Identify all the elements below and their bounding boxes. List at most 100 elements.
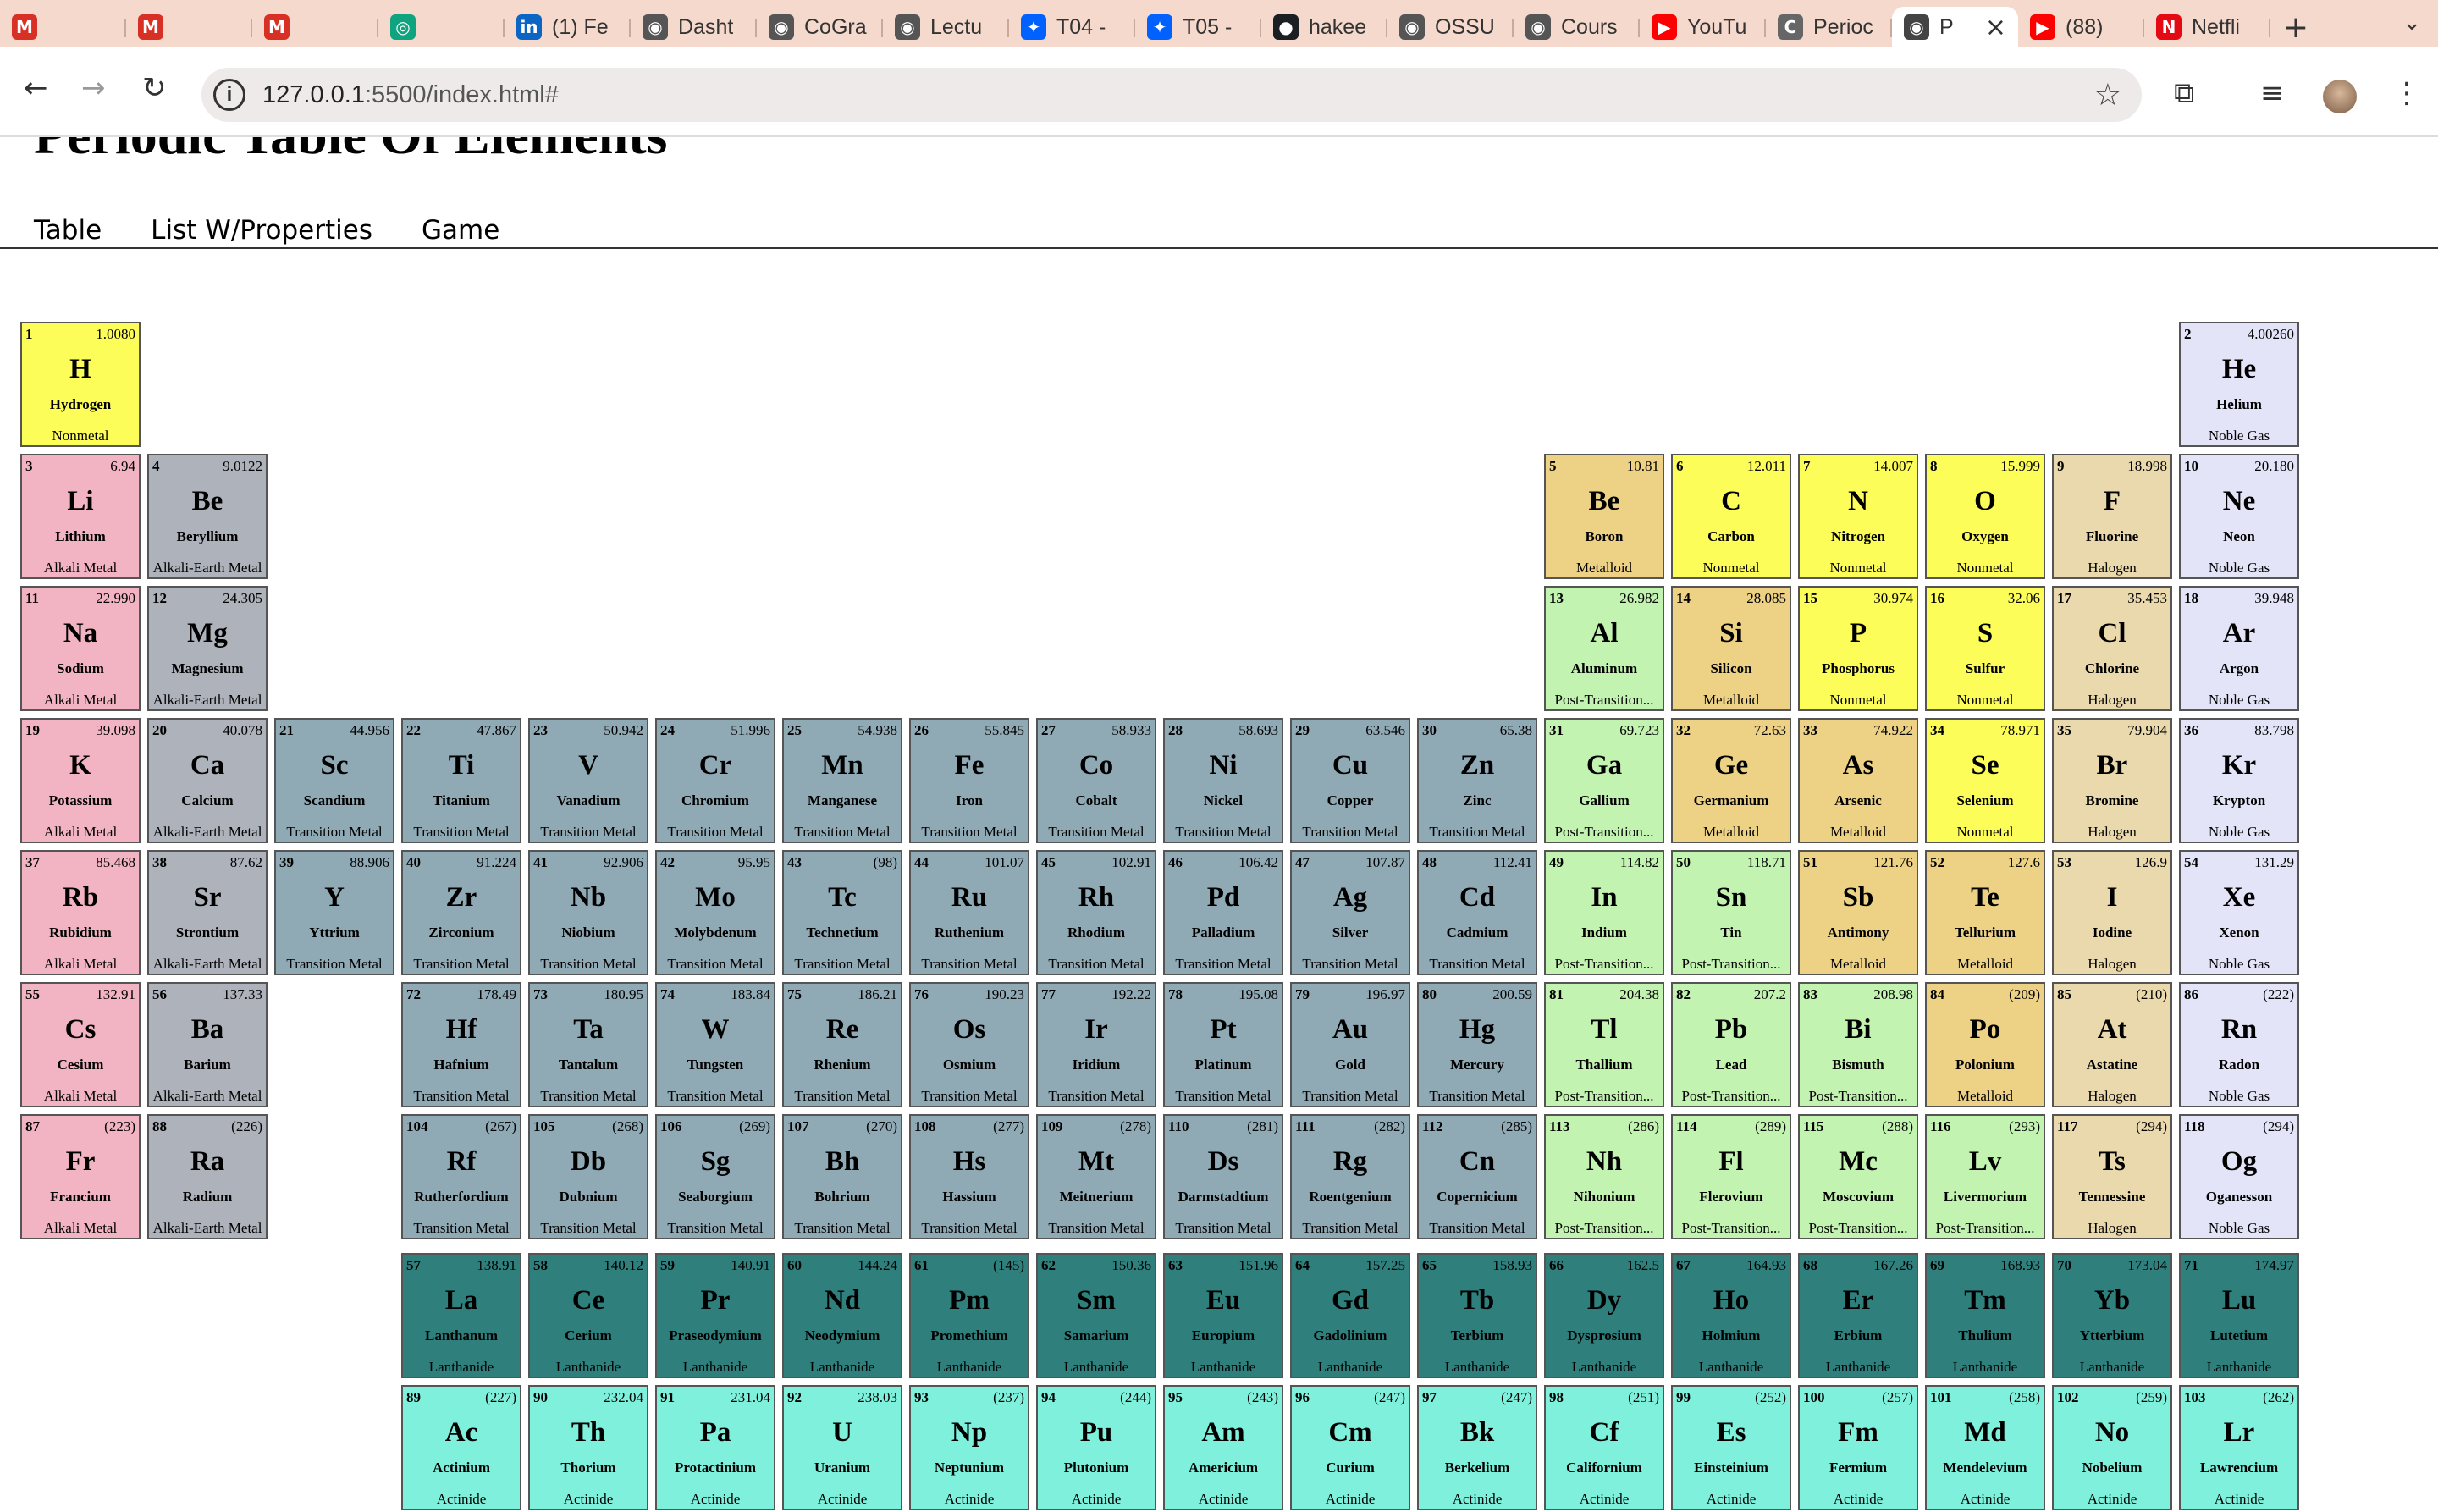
element-cell[interactable]: 69 168.93 Tm Thulium Lanthanide xyxy=(1925,1253,2045,1378)
element-cell[interactable]: 2 4.00260 He Helium Noble Gas xyxy=(2179,322,2299,447)
browser-tab[interactable]: ◉ Cours xyxy=(1514,10,1640,44)
element-cell[interactable]: 33 74.922 As Arsenic Metalloid xyxy=(1798,718,1918,843)
element-cell[interactable]: 25 54.938 Mn Manganese Transition Metal xyxy=(782,718,902,843)
element-cell[interactable]: 61 (145) Pm Promethium Lanthanide xyxy=(909,1253,1029,1378)
element-cell[interactable]: 7 14.007 N Nitrogen Nonmetal xyxy=(1798,454,1918,579)
element-cell[interactable]: 86 (222) Rn Radon Noble Gas xyxy=(2179,982,2299,1107)
element-cell[interactable]: 80 200.59 Hg Mercury Transition Metal xyxy=(1417,982,1537,1107)
element-cell[interactable]: 45 102.91 Rh Rhodium Transition Metal xyxy=(1036,850,1156,975)
browser-tab[interactable]: ◉ Dasht xyxy=(631,10,757,44)
element-cell[interactable]: 106 (269) Sg Seaborgium Transition Metal xyxy=(655,1114,775,1239)
element-cell[interactable]: 78 195.08 Pt Platinum Transition Metal xyxy=(1163,982,1283,1107)
element-cell[interactable]: 52 127.6 Te Tellurium Metalloid xyxy=(1925,850,2045,975)
element-cell[interactable]: 9 18.998 F Fluorine Halogen xyxy=(2052,454,2172,579)
element-cell[interactable]: 34 78.971 Se Selenium Nonmetal xyxy=(1925,718,2045,843)
element-cell[interactable]: 70 173.04 Yb Ytterbium Lanthanide xyxy=(2052,1253,2172,1378)
browser-tab[interactable]: ◉ CoGra xyxy=(757,10,883,44)
browser-tab[interactable]: M xyxy=(252,10,378,44)
element-cell[interactable]: 91 231.04 Pa Protactinium Actinide xyxy=(655,1385,775,1510)
element-cell[interactable]: 77 192.22 Ir Iridium Transition Metal xyxy=(1036,982,1156,1107)
element-cell[interactable]: 107 (270) Bh Bohrium Transition Metal xyxy=(782,1114,902,1239)
nav-link-table[interactable]: Table xyxy=(34,215,102,246)
browser-tab[interactable]: ● hakee xyxy=(1261,10,1387,44)
element-cell[interactable]: 26 55.845 Fe Iron Transition Metal xyxy=(909,718,1029,843)
element-cell[interactable]: 60 144.24 Nd Neodymium Lanthanide xyxy=(782,1253,902,1378)
element-cell[interactable]: 71 174.97 Lu Lutetium Lanthanide xyxy=(2179,1253,2299,1378)
element-cell[interactable]: 57 138.91 La Lanthanum Lanthanide xyxy=(401,1253,521,1378)
element-cell[interactable]: 85 (210) At Astatine Halogen xyxy=(2052,982,2172,1107)
element-cell[interactable]: 15 30.974 P Phosphorus Nonmetal xyxy=(1798,586,1918,711)
element-cell[interactable]: 37 85.468 Rb Rubidium Alkali Metal xyxy=(20,850,141,975)
element-cell[interactable]: 27 58.933 Co Cobalt Transition Metal xyxy=(1036,718,1156,843)
element-cell[interactable]: 89 (227) Ac Actinium Actinide xyxy=(401,1385,521,1510)
back-icon[interactable]: ← xyxy=(24,71,48,105)
element-cell[interactable]: 79 196.97 Au Gold Transition Metal xyxy=(1290,982,1410,1107)
element-cell[interactable]: 99 (252) Es Einsteinium Actinide xyxy=(1671,1385,1791,1510)
element-cell[interactable]: 17 35.453 Cl Chlorine Halogen xyxy=(2052,586,2172,711)
element-cell[interactable]: 67 164.93 Ho Holmium Lanthanide xyxy=(1671,1253,1791,1378)
element-cell[interactable]: 29 63.546 Cu Copper Transition Metal xyxy=(1290,718,1410,843)
browser-tab[interactable]: C Perioc xyxy=(1766,10,1892,44)
element-cell[interactable]: 32 72.63 Ge Germanium Metalloid xyxy=(1671,718,1791,843)
element-cell[interactable]: 118 (294) Og Oganesson Noble Gas xyxy=(2179,1114,2299,1239)
element-cell[interactable]: 40 91.224 Zr Zirconium Transition Metal xyxy=(401,850,521,975)
element-cell[interactable]: 92 238.03 U Uranium Actinide xyxy=(782,1385,902,1510)
reload-icon[interactable]: ↻ xyxy=(142,71,167,105)
element-cell[interactable]: 73 180.95 Ta Tantalum Transition Metal xyxy=(528,982,648,1107)
element-cell[interactable]: 44 101.07 Ru Ruthenium Transition Metal xyxy=(909,850,1029,975)
browser-tab[interactable]: ✦ T04 - xyxy=(1009,10,1135,44)
element-cell[interactable]: 87 (223) Fr Francium Alkali Metal xyxy=(20,1114,141,1239)
extensions-icon[interactable]: ⧉ xyxy=(2174,76,2194,110)
element-cell[interactable]: 49 114.82 In Indium Post-Transition... xyxy=(1544,850,1664,975)
element-cell[interactable]: 103 (262) Lr Lawrencium Actinide xyxy=(2179,1385,2299,1510)
element-cell[interactable]: 5 10.81 Be Boron Metalloid xyxy=(1544,454,1664,579)
element-cell[interactable]: 108 (277) Hs Hassium Transition Metal xyxy=(909,1114,1029,1239)
element-cell[interactable]: 109 (278) Mt Meitnerium Transition Metal xyxy=(1036,1114,1156,1239)
element-cell[interactable]: 43 (98) Tc Technetium Transition Metal xyxy=(782,850,902,975)
element-cell[interactable]: 83 208.98 Bi Bismuth Post-Transition... xyxy=(1798,982,1918,1107)
element-cell[interactable]: 11 22.990 Na Sodium Alkali Metal xyxy=(20,586,141,711)
element-cell[interactable]: 14 28.085 Si Silicon Metalloid xyxy=(1671,586,1791,711)
element-cell[interactable]: 82 207.2 Pb Lead Post-Transition... xyxy=(1671,982,1791,1107)
element-cell[interactable]: 105 (268) Db Dubnium Transition Metal xyxy=(528,1114,648,1239)
element-cell[interactable]: 84 (209) Po Polonium Metalloid xyxy=(1925,982,2045,1107)
element-cell[interactable]: 66 162.5 Dy Dysprosium Lanthanide xyxy=(1544,1253,1664,1378)
element-cell[interactable]: 42 95.95 Mo Molybdenum Transition Metal xyxy=(655,850,775,975)
element-cell[interactable]: 6 12.011 C Carbon Nonmetal xyxy=(1671,454,1791,579)
element-cell[interactable]: 65 158.93 Tb Terbium Lanthanide xyxy=(1417,1253,1537,1378)
element-cell[interactable]: 96 (247) Cm Curium Actinide xyxy=(1290,1385,1410,1510)
element-cell[interactable]: 1 1.0080 H Hydrogen Nonmetal xyxy=(20,322,141,447)
element-cell[interactable]: 46 106.42 Pd Palladium Transition Metal xyxy=(1163,850,1283,975)
element-cell[interactable]: 62 150.36 Sm Samarium Lanthanide xyxy=(1036,1253,1156,1378)
element-cell[interactable]: 100 (257) Fm Fermium Actinide xyxy=(1798,1385,1918,1510)
forward-icon[interactable]: → xyxy=(81,71,106,105)
nav-link-list-properties[interactable]: List W/Properties xyxy=(151,215,372,246)
element-cell[interactable]: 116 (293) Lv Livermorium Post-Transition... xyxy=(1925,1114,2045,1239)
element-cell[interactable]: 4 9.0122 Be Beryllium Alkali-Earth Metal xyxy=(147,454,268,579)
element-cell[interactable]: 12 24.305 Mg Magnesium Alkali-Earth Metal xyxy=(147,586,268,711)
element-cell[interactable]: 51 121.76 Sb Antimony Metalloid xyxy=(1798,850,1918,975)
element-cell[interactable]: 24 51.996 Cr Chromium Transition Metal xyxy=(655,718,775,843)
new-tab-button[interactable]: + xyxy=(2270,7,2321,47)
element-cell[interactable]: 41 92.906 Nb Niobium Transition Metal xyxy=(528,850,648,975)
element-cell[interactable]: 53 126.9 I Iodine Halogen xyxy=(2052,850,2172,975)
browser-tab[interactable]: ◉ P × xyxy=(1892,7,2018,47)
element-cell[interactable]: 94 (244) Pu Plutonium Actinide xyxy=(1036,1385,1156,1510)
element-cell[interactable]: 10 20.180 Ne Neon Noble Gas xyxy=(2179,454,2299,579)
element-cell[interactable]: 88 (226) Ra Radium Alkali-Earth Metal xyxy=(147,1114,268,1239)
browser-tab[interactable]: M xyxy=(0,10,126,44)
element-cell[interactable]: 35 79.904 Br Bromine Halogen xyxy=(2052,718,2172,843)
element-cell[interactable]: 56 137.33 Ba Barium Alkali-Earth Metal xyxy=(147,982,268,1107)
element-cell[interactable]: 117 (294) Ts Tennessine Halogen xyxy=(2052,1114,2172,1239)
browser-tab[interactable]: ✦ T05 - xyxy=(1135,10,1261,44)
element-cell[interactable]: 13 26.982 Al Aluminum Post-Transition... xyxy=(1544,586,1664,711)
element-cell[interactable]: 54 131.29 Xe Xenon Noble Gas xyxy=(2179,850,2299,975)
element-cell[interactable]: 18 39.948 Ar Argon Noble Gas xyxy=(2179,586,2299,711)
browser-tab[interactable]: ▶ (88) xyxy=(2018,10,2144,44)
element-cell[interactable]: 68 167.26 Er Erbium Lanthanide xyxy=(1798,1253,1918,1378)
browser-tab[interactable]: N Netfli xyxy=(2144,10,2270,44)
element-cell[interactable]: 115 (288) Mc Moscovium Post-Transition... xyxy=(1798,1114,1918,1239)
browser-tab[interactable]: ◉ OSSU xyxy=(1387,10,1514,44)
element-cell[interactable]: 28 58.693 Ni Nickel Transition Metal xyxy=(1163,718,1283,843)
element-cell[interactable]: 110 (281) Ds Darmstadtium Transition Metal xyxy=(1163,1114,1283,1239)
